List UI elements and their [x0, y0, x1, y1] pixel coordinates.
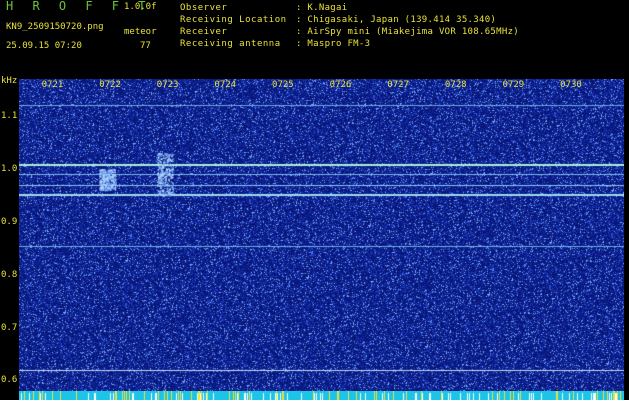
x-tick-label: 0723: [156, 80, 179, 90]
observer-label: Observer: [180, 3, 228, 13]
version-label: 1.0.0f: [124, 2, 157, 12]
y-tick-label: 0.7: [1, 322, 18, 333]
x-tick-label: 0730: [560, 80, 582, 90]
y-tick-label: 1.0: [1, 163, 18, 174]
location-value: : Chigasaki, Japan (139.414 35.340): [296, 15, 497, 25]
frequency-axis: kHz: [0, 76, 19, 400]
x-tick-label: 0724: [214, 80, 237, 90]
meteor-label: meteor: [124, 27, 157, 37]
header-panel: H R O F F T 1.0.0f KN9_2509150720.png me…: [0, 0, 629, 78]
baseline-strip: [19, 391, 624, 400]
receiver-label: Receiver: [180, 27, 228, 37]
antenna-label: Receiving antenna: [180, 39, 281, 49]
y-unit-label: kHz: [1, 76, 18, 86]
x-tick-label: 0725: [272, 80, 294, 90]
y-tick-label: 1.1: [1, 111, 18, 122]
datetime-label: 25.09.15 07:20: [6, 41, 82, 51]
antenna-value: : Maspro FM-3: [296, 39, 371, 49]
location-label: Receiving Location: [180, 15, 287, 25]
baseline-speckle: [19, 391, 624, 400]
spectrogram-canvas: [19, 79, 624, 391]
meteor-count: 77: [140, 41, 151, 51]
x-tick-label: 0728: [444, 80, 467, 90]
x-tick-label: 0727: [387, 80, 409, 90]
observer-value: : K.Nagai: [296, 3, 348, 13]
receiver-value: : AirSpy mini (Miakejima VOR 108.65MHz): [296, 27, 520, 37]
y-tick-label: 0.9: [1, 216, 18, 227]
x-tick-label: 0726: [329, 80, 352, 90]
y-tick-label: 0.8: [1, 269, 18, 280]
y-tick-label: 0.6: [1, 375, 18, 386]
x-tick-label: 0729: [502, 80, 525, 90]
x-tick-label: 0721: [41, 80, 64, 90]
x-tick-label: 0722: [99, 80, 121, 90]
filename-label: KN9_2509150720.png: [6, 22, 104, 32]
